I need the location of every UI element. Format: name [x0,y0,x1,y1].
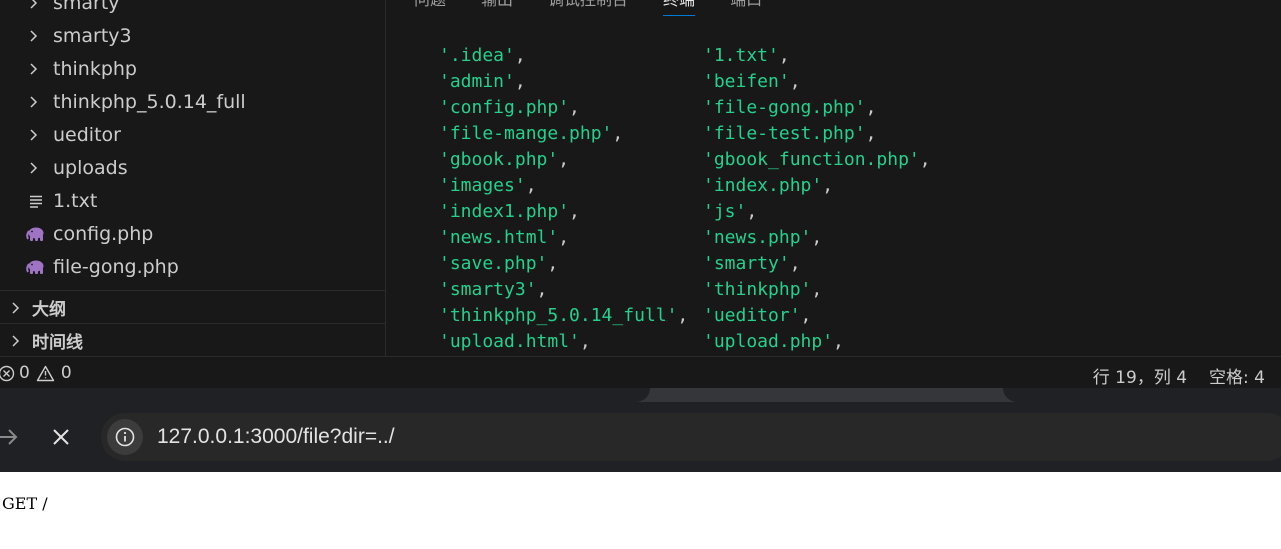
terminal-cell: 'index1.php', [439,201,580,222]
terminal-cell: 'file-test.php', [703,123,877,144]
timeline-section-header[interactable]: 时间线 [0,323,385,356]
status-right-group: 行 19，列 4 空格: 4 [1071,363,1265,388]
tab-debug-console[interactable]: 调试控制台 [548,0,628,16]
info-icon [115,427,135,447]
terminal-cell: '1.txt', [703,45,790,66]
indentation[interactable]: 空格: 4 [1209,363,1265,388]
response-body-text: GET / [2,494,48,513]
terminal-cell: 'news.php', [703,227,823,248]
page-content: GET / [0,472,1281,549]
terminal-line: 'save.php', 'smarty', [386,253,1266,279]
bottom-panel: 问题 输出 调试控制台 终端 端口 '.idea', '1.txt', 'admin… [386,0,1281,356]
error-icon [0,365,15,381]
terminal-line: 'smarty3', 'thinkphp', [386,279,1266,305]
cursor-position[interactable]: 行 19，列 4 [1093,363,1187,388]
terminal-cell: 'config.php', [439,97,580,118]
file-item-file-gong-php[interactable]: file-gong.php [0,250,385,283]
tab-strip-segment [0,388,650,402]
chevron-right-icon [30,62,38,75]
tree-item-label: smarty3 [53,24,132,47]
terminal-cell: 'gbook_function.php', [703,149,931,170]
terminal-cell: 'index.php', [703,175,834,196]
terminal-cell: 'smarty3', [439,279,548,300]
close-icon[interactable] [48,424,74,450]
chevron-right-icon [12,301,20,314]
terminal-cell: 'ueditor', [703,305,812,326]
file-item-1-txt[interactable]: 1.txt [0,184,385,217]
terminal-line: 'thinkphp_5.0.14_full', 'ueditor', [386,305,1266,331]
terminal-cell: 'admin', [439,71,526,92]
tree-item-label: thinkphp [53,57,137,80]
terminal-line: 'index1.php', 'js', [386,201,1266,227]
address-bar[interactable]: 127.0.0.1:3000/file?dir=../ [101,413,1281,461]
tree-item-label: uploads [53,156,128,179]
folder-item-thinkphp[interactable]: thinkphp [0,52,385,85]
folder-item-smarty[interactable]: smarty [0,0,385,19]
file-item-config-php[interactable]: config.php [0,217,385,250]
terminal-line: 'upload.html', 'upload.php', [386,331,1266,356]
tab-output[interactable]: 输出 [481,0,513,16]
chevron-right-icon [30,0,38,9]
terminal-cell: 'images', [439,175,537,196]
explorer-sidebar: smarty smarty3 thinkphp thinkphp_5.0.14_ful… [0,0,386,356]
terminal-cell: '.idea', [439,45,526,66]
tab-strip-segment [1003,388,1281,402]
folder-item-uploads[interactable]: uploads [0,151,385,184]
vscode-window: smarty smarty3 thinkphp thinkphp_5.0.14_ful… [0,0,1281,388]
chevron-right-icon [12,334,20,347]
terminal-line: '.idea', '1.txt', [386,45,1266,71]
forward-arrow-icon[interactable] [0,424,22,450]
site-info-button[interactable] [107,419,143,455]
status-bar: 0 0 行 19，列 4 空格: 4 [0,356,1281,388]
chevron-right-icon [30,95,38,108]
problems-indicator[interactable]: 0 0 [0,363,72,383]
terminal-cell: 'upload.php', [703,331,844,352]
tree-item-label: ueditor [53,123,121,146]
tab-ports[interactable]: 端口 [730,0,762,16]
outline-section-header[interactable]: 大纲 [0,290,385,324]
warning-count: 0 [60,363,72,383]
tab-terminal[interactable]: 终端 [663,0,696,16]
terminal-cell: 'file-mange.php', [439,123,624,144]
terminal-cell: 'upload.html', [439,331,591,352]
url-text[interactable]: 127.0.0.1:3000/file?dir=../ [157,425,395,449]
terminal-cell: 'gbook.php', [439,149,570,170]
terminal-cell: 'file-gong.php', [703,97,877,118]
chevron-right-icon [30,161,38,174]
folder-item-ueditor[interactable]: ueditor [0,118,385,151]
folder-item-smarty3[interactable]: smarty3 [0,19,385,52]
terminal-line: 'config.php', 'file-gong.php', [386,97,1266,123]
chevron-right-icon [30,128,38,141]
error-count: 0 [19,363,30,383]
terminal-cell: 'beifen', [703,71,801,92]
chevron-right-icon [30,29,38,42]
terminal-cell: 'js', [703,201,758,222]
tree-item-label: file-gong.php [53,255,179,278]
tree-item-label: thinkphp_5.0.14_full [53,90,246,113]
text-file-icon [25,194,47,208]
terminal-cell: 'save.php', [439,253,559,274]
php-elephant-icon [25,259,47,275]
tab-problems[interactable]: 问题 [414,0,446,16]
tree-item-label: config.php [53,222,154,245]
warning-icon [36,365,55,381]
folder-item-thinkphp-5-0-14-full[interactable]: thinkphp_5.0.14_full [0,85,385,118]
terminal-cell: 'smarty', [703,253,801,274]
panel-tabs: 问题 输出 调试控制台 终端 端口 [386,0,769,18]
browser-toolbar: 127.0.0.1:3000/file?dir=../ [0,388,1281,472]
outline-section-label: 大纲 [32,300,66,320]
php-elephant-icon [25,226,47,242]
tree-item-label: 1.txt [53,189,98,212]
terminal-line: 'admin', 'beifen', [386,71,1266,97]
timeline-section-label: 时间线 [32,333,83,353]
terminal-cell: 'news.html', [439,227,570,248]
terminal-line: 'news.html', 'news.php', [386,227,1266,253]
terminal-line: 'gbook.php', 'gbook_function.php', [386,149,1266,175]
terminal-line: 'file-mange.php', 'file-test.php', [386,123,1266,149]
terminal-line: 'images', 'index.php', [386,175,1266,201]
tree-item-label: smarty [53,0,120,14]
tab-strip [0,388,1281,402]
terminal-cell: 'thinkphp_5.0.14_full', [439,305,689,326]
terminal-cell: 'thinkphp', [703,279,823,300]
